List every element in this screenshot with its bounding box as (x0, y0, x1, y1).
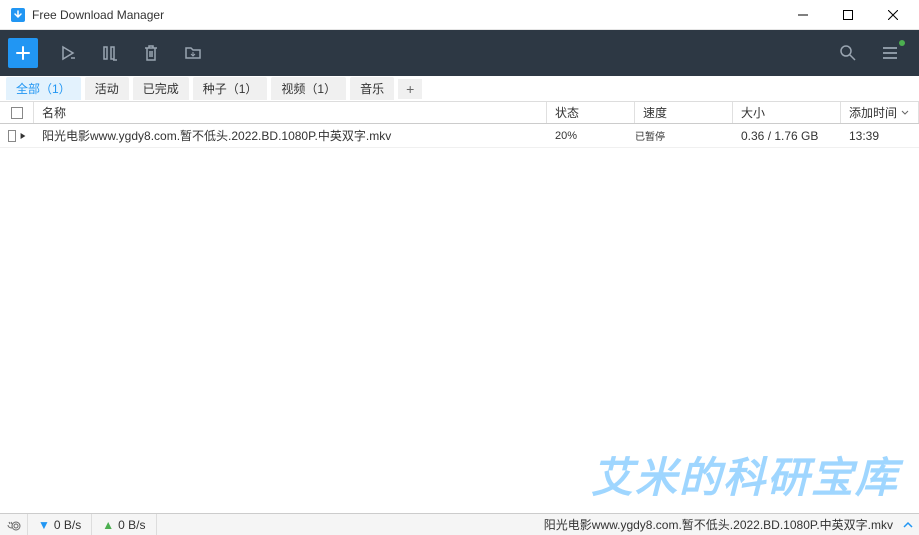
watermark-text: 艾米的科研宝库 (591, 444, 899, 505)
row-status-percent: 20% (547, 124, 635, 147)
search-button[interactable] (827, 34, 869, 72)
row-controls (0, 124, 34, 147)
header-speed[interactable]: 速度 (635, 102, 733, 123)
menu-button[interactable] (869, 34, 911, 72)
tab-music[interactable]: 音乐 (350, 77, 394, 100)
close-button[interactable] (870, 0, 915, 29)
window-title: Free Download Manager (32, 8, 780, 22)
snail-mode-button[interactable] (0, 514, 28, 535)
row-speed (685, 124, 733, 147)
window-controls (780, 0, 915, 29)
table-header: 名称 状态 速度 大小 添加时间 (0, 102, 919, 124)
filter-tabs: 全部（1） 活动 已完成 种子（1） 视频（1） 音乐 + (0, 76, 919, 102)
header-size[interactable]: 大小 (733, 102, 841, 123)
tab-active[interactable]: 活动 (85, 77, 129, 100)
folder-button[interactable] (172, 34, 214, 72)
select-all-checkbox[interactable] (11, 107, 23, 119)
minimize-button[interactable] (780, 0, 825, 29)
tab-add-button[interactable]: + (398, 79, 422, 99)
play-icon[interactable] (20, 131, 26, 141)
toolbar (0, 30, 919, 76)
row-status-text: 已暂停 (635, 124, 685, 147)
upload-arrow-icon: ▲ (102, 518, 114, 532)
row-checkbox[interactable] (8, 130, 16, 142)
maximize-button[interactable] (825, 0, 870, 29)
upload-speed-indicator[interactable]: ▲ 0 B/s (92, 514, 156, 535)
download-list: 阳光电影www.ygdy8.com.暂不低头.2022.BD.1080P.中英双… (0, 124, 919, 148)
download-arrow-icon: ▼ (38, 518, 50, 532)
upload-speed-value: 0 B/s (118, 518, 145, 532)
pause-button[interactable] (88, 34, 130, 72)
titlebar: Free Download Manager (0, 0, 919, 30)
sort-icon (901, 109, 909, 117)
header-time[interactable]: 添加时间 (841, 102, 919, 123)
expand-button[interactable] (897, 519, 919, 531)
tab-all[interactable]: 全部（1） (6, 77, 81, 100)
header-name[interactable]: 名称 (34, 102, 547, 123)
table-row[interactable]: 阳光电影www.ygdy8.com.暂不低头.2022.BD.1080P.中英双… (0, 124, 919, 148)
play-button[interactable] (46, 34, 88, 72)
add-download-button[interactable] (8, 38, 38, 68)
app-icon (10, 7, 26, 23)
download-speed-value: 0 B/s (54, 518, 81, 532)
tab-video[interactable]: 视频（1） (271, 77, 346, 100)
tab-seeds[interactable]: 种子（1） (193, 77, 268, 100)
tab-completed[interactable]: 已完成 (133, 77, 189, 100)
header-status[interactable]: 状态 (547, 102, 635, 123)
delete-button[interactable] (130, 34, 172, 72)
download-speed-indicator[interactable]: ▼ 0 B/s (28, 514, 92, 535)
header-checkbox-cell (0, 102, 34, 123)
statusbar-filename: 阳光电影www.ygdy8.com.暂不低头.2022.BD.1080P.中英双… (157, 516, 898, 533)
row-size: 0.36 / 1.76 GB (733, 124, 841, 147)
row-filename: 阳光电影www.ygdy8.com.暂不低头.2022.BD.1080P.中英双… (34, 124, 547, 147)
row-time: 13:39 (841, 124, 919, 147)
statusbar: ▼ 0 B/s ▲ 0 B/s 阳光电影www.ygdy8.com.暂不低头.2… (0, 513, 919, 535)
header-time-label: 添加时间 (849, 104, 897, 121)
